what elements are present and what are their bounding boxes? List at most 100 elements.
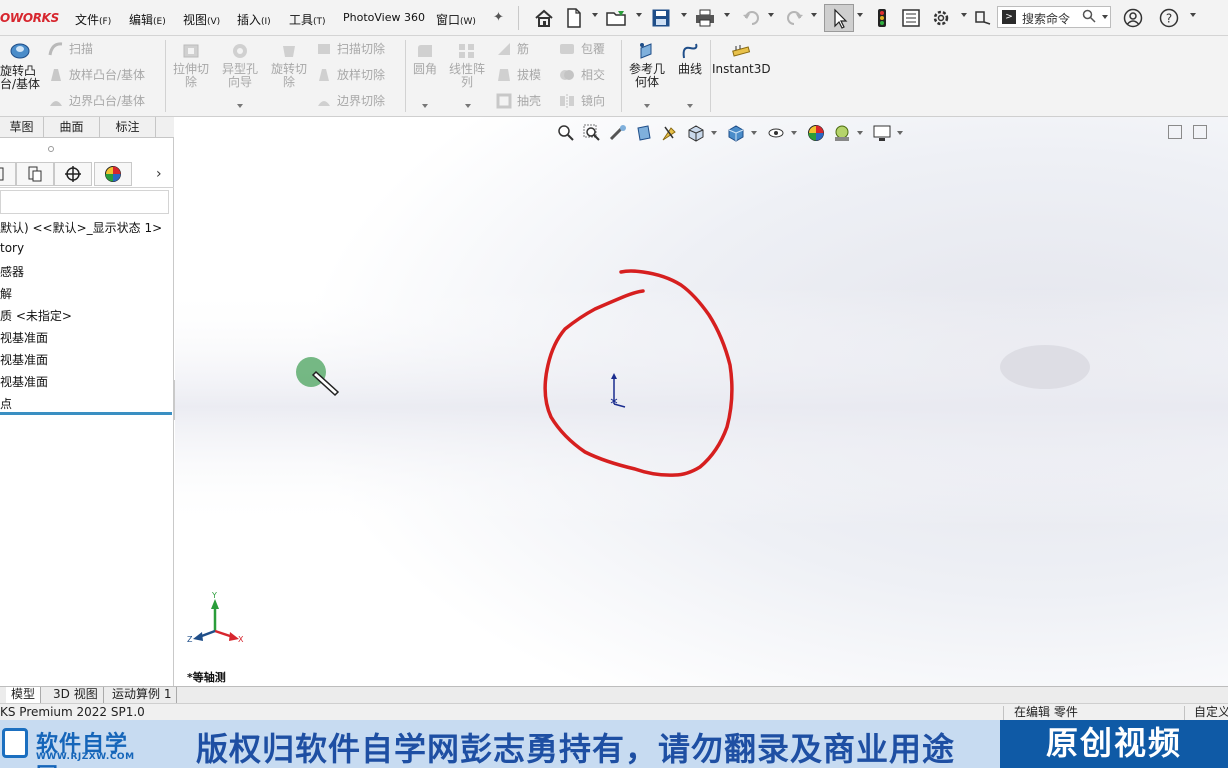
linear-pattern-button[interactable]: 线性阵 列 [446,42,488,89]
file-properties-icon[interactable] [900,7,922,29]
dynamic-annotation-icon[interactable] [659,123,681,143]
macro-icon[interactable] [972,7,994,29]
split-right-icon[interactable] [1193,125,1207,139]
settings-dropdown-icon[interactable] [961,13,967,17]
revolve-boss-button[interactable]: 旋转凸 台/基体 [0,40,40,91]
tree-item-configuration[interactable]: 默认) <<默认>_显示状态 1> [0,219,162,236]
tab-surfaces[interactable]: 曲面 [44,117,100,138]
section-view-icon[interactable] [633,123,655,143]
tab-model[interactable]: 模型 [6,687,42,703]
zoom-to-fit-icon[interactable] [555,123,577,143]
swept-cut-button[interactable]: 扫描切除 [316,40,385,57]
print-icon[interactable] [694,7,716,29]
loft-boss-button[interactable]: 放样凸台/基体 [48,66,145,83]
tree-item-sensors[interactable]: 感器 [0,263,24,280]
menu-tools[interactable]: 工具(T) [289,11,326,28]
tree-item-annotations[interactable]: 解 [0,285,12,302]
tab-sketch[interactable]: 草图 [0,117,44,138]
property-manager-tab[interactable] [16,162,54,186]
edit-appearance-icon[interactable] [805,123,827,143]
tree-item-right-plane[interactable]: 视基准面 [0,373,48,390]
fillet-dropdown-icon[interactable] [422,104,428,108]
lofted-cut-button[interactable]: 放样切除 [316,66,385,83]
configuration-manager-tab[interactable] [54,162,92,186]
select-dropdown-icon[interactable] [857,13,863,17]
tree-item-front-plane[interactable]: 视基准面 [0,329,48,346]
help-dropdown-icon[interactable] [1190,13,1196,17]
undo-dropdown-icon[interactable] [768,13,774,17]
reference-geometry-dropdown-icon[interactable] [644,104,650,108]
home-icon[interactable] [533,7,555,29]
graphics-viewport[interactable]: Y X Z *等轴测 [175,117,1228,686]
traffic-light-icon[interactable] [871,7,893,29]
tree-item-origin[interactable]: 点 [0,395,12,412]
display-manager-tab[interactable] [94,162,132,186]
tree-filter-input[interactable] [0,190,169,214]
panel-grip-icon[interactable] [48,146,54,152]
extrude-cut-button[interactable]: 拉伸切 除 [168,42,214,89]
instant3d-button[interactable]: Instant3D [712,42,771,76]
display-style-dropdown-icon[interactable] [751,131,757,135]
reference-geometry-button[interactable]: 参考几 何体 [624,42,670,89]
curves-dropdown-icon[interactable] [687,104,693,108]
hide-show-items-icon[interactable] [765,123,787,143]
pin-icon[interactable]: ✦ [493,10,504,25]
chevron-right-icon[interactable]: › [156,166,162,182]
display-style-icon[interactable] [725,123,747,143]
search-icon[interactable] [1082,9,1096,23]
wrap-button[interactable]: 包覆 [558,40,605,57]
settings-gear-icon[interactable] [930,7,952,29]
draft-button[interactable]: 拔模 [496,66,541,83]
tab-motion-study[interactable]: 运动算例 1 [107,687,178,703]
new-document-icon[interactable] [563,7,585,29]
apply-scene-dropdown-icon[interactable] [857,131,863,135]
rollback-bar[interactable] [0,412,172,415]
curves-button[interactable]: 曲线 [674,42,706,76]
shell-button[interactable]: 抽壳 [496,92,541,109]
menu-view[interactable]: 视图(V) [183,11,220,28]
boundary-boss-button[interactable]: 边界凸台/基体 [48,92,145,109]
apply-scene-icon[interactable] [831,123,853,143]
search-commands-input[interactable]: > 搜索命令 [997,6,1111,28]
tab-3d-views[interactable]: 3D 视图 [48,687,104,703]
intersect-button[interactable]: 相交 [558,66,605,83]
hide-show-dropdown-icon[interactable] [791,131,797,135]
view-settings-dropdown-icon[interactable] [897,131,903,135]
hole-wizard-button[interactable]: 异型孔 向导 [216,42,264,89]
tree-item-top-plane[interactable]: 视基准面 [0,351,48,368]
menu-insert[interactable]: 插入(I) [237,11,271,28]
menu-edit[interactable]: 编辑(E) [129,11,166,28]
redo-icon[interactable] [784,7,806,29]
linear-pattern-dropdown-icon[interactable] [465,104,471,108]
print-dropdown-icon[interactable] [724,13,730,17]
select-button[interactable] [824,4,854,32]
mirror-button[interactable]: 镜向 [558,92,605,109]
menu-window[interactable]: 窗口(W) [436,11,476,28]
menu-file[interactable]: 文件(F) [75,11,111,28]
open-folder-icon[interactable] [606,7,628,29]
help-icon[interactable]: ? [1158,7,1180,29]
tree-item-history[interactable]: tory [0,241,24,255]
view-orientation-dropdown-icon[interactable] [711,131,717,135]
tree-item-material[interactable]: 质 <未指定> [0,307,72,324]
split-left-icon[interactable] [1168,125,1182,139]
boundary-cut-button[interactable]: 边界切除 [316,92,385,109]
sweep-button[interactable]: 扫描 [48,40,93,57]
undo-icon[interactable] [740,7,762,29]
search-dropdown-icon[interactable] [1102,15,1108,19]
menu-photoview[interactable]: PhotoView 360 [343,11,425,24]
hole-wizard-dropdown-icon[interactable] [237,104,243,108]
save-dropdown-icon[interactable] [681,13,687,17]
view-settings-icon[interactable] [871,123,893,143]
redo-dropdown-icon[interactable] [811,13,817,17]
previous-view-icon[interactable] [607,123,629,143]
user-account-icon[interactable] [1122,7,1144,29]
open-dropdown-icon[interactable] [636,13,642,17]
rib-button[interactable]: 筋 [496,40,529,57]
status-custom-units[interactable]: 自定义 [1194,704,1228,721]
feature-tree-tab[interactable] [0,162,16,186]
tab-annotation[interactable]: 标注 [100,117,156,138]
view-orientation-icon[interactable] [685,123,707,143]
save-icon[interactable] [650,7,672,29]
new-dropdown-icon[interactable] [592,13,598,17]
